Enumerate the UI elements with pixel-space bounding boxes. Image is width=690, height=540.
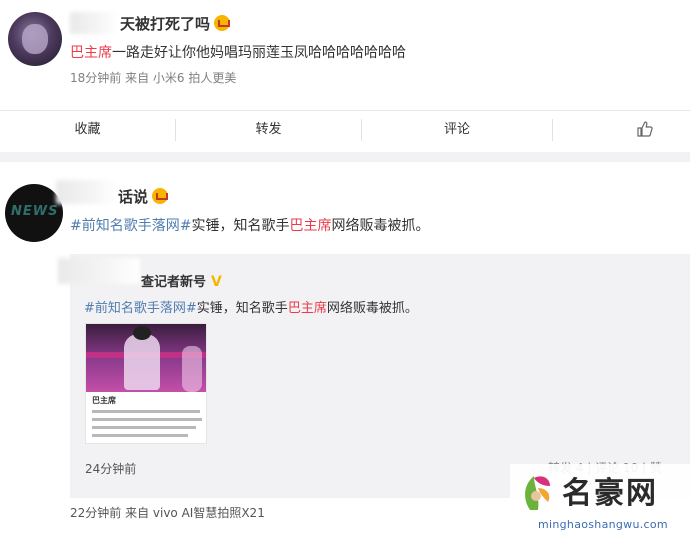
mention-link[interactable]: 巴主席 [288,301,327,316]
topic-link[interactable]: #前知名歌手落网# [84,301,197,316]
card-text-line [92,418,202,421]
article-photo [86,324,206,392]
blurred-author-name [58,258,140,284]
mention-link[interactable]: 巴主席 [289,218,331,234]
topic-link[interactable]: #前知名歌手落网# [70,218,191,234]
article-image-card[interactable]: 巴主席 [85,323,207,444]
watermark-brand: 名豪网 [562,476,658,511]
post-text: #前知名歌手落网#实锤，知名歌手巴主席网络贩毒被抓。 [70,218,430,234]
avatar[interactable] [8,12,62,66]
watermark-url: minghaoshangwu.com [538,518,668,531]
news-avatar[interactable]: NEWS [5,184,63,242]
repost-text: #前知名歌手落网#实锤，知名歌手巴主席网络贩毒被抓。 [84,301,418,316]
divider [552,119,553,141]
leaf-face-logo-icon [525,476,550,510]
site-watermark: 名豪网 minghaoshangwu.com [510,464,690,540]
blurred-author-name [56,180,118,204]
feed-separator [0,152,690,162]
blurred-author-name [70,12,118,34]
card-text-line [92,426,196,429]
action-bar: 收藏 转发 评论 [0,110,690,148]
repost-time: 24分钟前 [85,462,137,476]
comment-button[interactable]: 评论 [362,111,552,149]
card-title: 巴主席 [92,396,116,405]
card-text-line [92,434,188,437]
post-meta: 22分钟前 来自 vivo AI智慧拍照X21 [70,506,265,520]
crown-icon [214,15,231,31]
collect-button[interactable]: 收藏 [0,111,175,149]
like-thumb-icon[interactable] [636,120,654,138]
author-name[interactable]: 天被打死了吗 [120,13,231,34]
crown-icon [152,188,169,204]
verified-v-icon: V [211,274,222,290]
author-name[interactable]: 话说 [118,186,169,207]
repost-author-name[interactable]: 查记者新号 V [141,271,222,290]
post-meta: 18分钟前 来自 小米6 拍人更美 [70,71,237,85]
repost-button[interactable]: 转发 [176,111,361,149]
post-text: 巴主席一路走好让你他妈唱玛丽莲玉凤哈哈哈哈哈哈哈 [70,45,406,61]
card-text-line [92,410,200,413]
mention-link[interactable]: 巴主席 [70,45,112,61]
